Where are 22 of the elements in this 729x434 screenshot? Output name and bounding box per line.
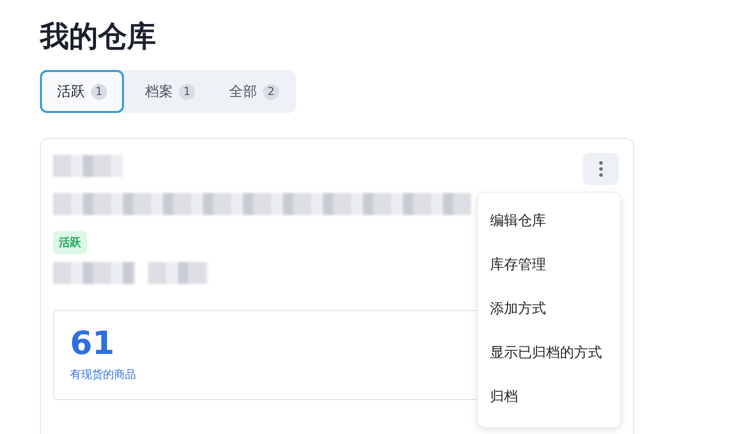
more-button[interactable]	[583, 153, 619, 185]
tab-label: 档案	[145, 82, 173, 100]
menu-item[interactable]: 库存管理	[478, 243, 620, 287]
count-badge: 1	[91, 84, 107, 100]
tab[interactable]: 档案 1	[128, 70, 212, 113]
menu-item[interactable]: 归档	[478, 375, 620, 419]
menu-item[interactable]: 编辑仓库	[478, 199, 620, 243]
stat-label: 有现货的商品	[70, 367, 136, 382]
page-title: 我的仓库	[40, 18, 157, 55]
count-badge: 2	[263, 84, 279, 100]
tab[interactable]: 活跃 1	[40, 70, 124, 113]
blurred-text	[148, 262, 208, 284]
more-icon	[599, 161, 603, 177]
tab-label: 全部	[229, 82, 257, 100]
status-tag: 活跃	[53, 231, 87, 254]
stat-value: 61	[70, 323, 115, 363]
tab-label: 活跃	[57, 82, 85, 100]
menu-item[interactable]: 显示已归档的方式	[478, 331, 620, 375]
count-badge: 1	[179, 84, 195, 100]
blurred-text	[53, 155, 123, 177]
menu-item[interactable]: 添加方式	[478, 287, 620, 331]
tab[interactable]: 全部 2	[212, 70, 296, 113]
